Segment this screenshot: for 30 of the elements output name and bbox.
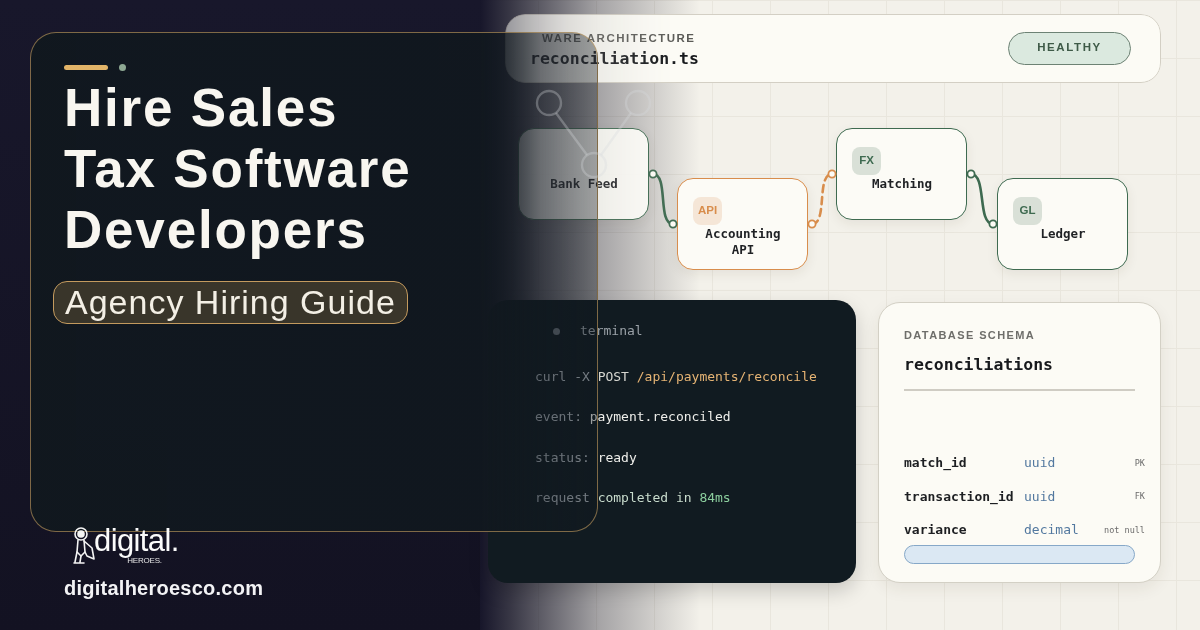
field-constraint: PK (1134, 456, 1145, 470)
field-constraint: FK (1134, 490, 1145, 503)
guide-tag: Agency Hiring Guide (53, 281, 408, 324)
node-label: Ledger (1039, 225, 1087, 242)
terminal-line: request completed in 84ms (535, 488, 732, 507)
hero-figure-icon (72, 526, 96, 566)
field-type: uuid (1024, 487, 1056, 506)
terminal-line: event: payment.reconciled (535, 408, 732, 427)
node-label: Matching (870, 175, 934, 192)
field-constraint: not null (1104, 523, 1145, 537)
field-type: uuid (1024, 454, 1056, 473)
node-tag: FX (852, 146, 881, 175)
headline: Hire Sales Tax Software Developers (64, 77, 412, 260)
accent-line-icon (64, 65, 108, 70)
field-name: variance (904, 521, 967, 540)
terminal-line: status: ready (535, 448, 638, 467)
field-name: transaction_id (904, 487, 1014, 507)
table-name: reconciliations (904, 355, 1054, 375)
logo-wordmark: digital. (94, 526, 179, 556)
terminal-line: curl -X POST /api/payments/reconcile (535, 368, 818, 386)
field-type: decimal (1024, 521, 1079, 540)
field-name: match_id (904, 454, 967, 473)
section-label: WARE ARCHITECTURE (542, 32, 697, 45)
node-tag: API (693, 196, 722, 225)
schema-label: DATABASE SCHEMA (904, 329, 1037, 342)
website-url: digitalheroesco.com (64, 577, 264, 600)
dot-icon (119, 64, 126, 71)
node-label: Accounting API (704, 225, 782, 258)
health-status-badge: HEALTHY (1008, 31, 1131, 65)
node-tag: GL (1013, 196, 1042, 225)
